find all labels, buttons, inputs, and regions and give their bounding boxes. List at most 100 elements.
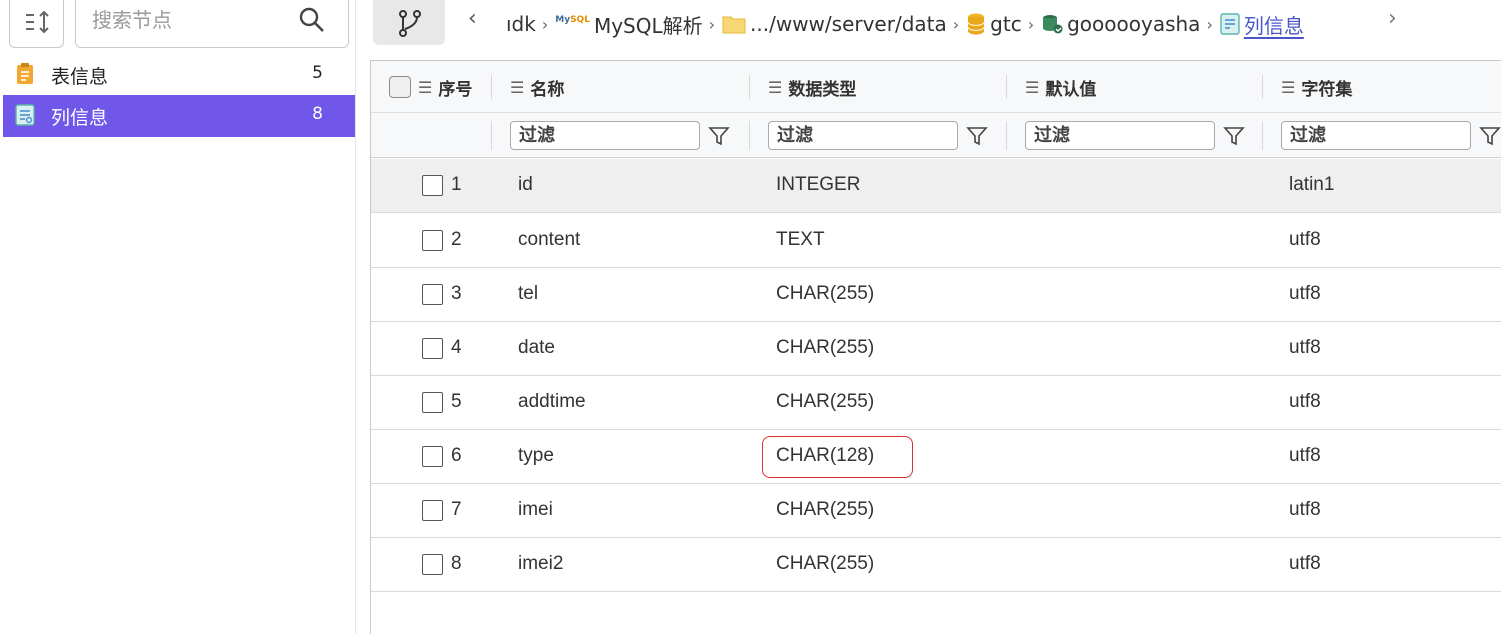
table-row[interactable]: 1 id INTEGER latin1 <box>371 159 1501 213</box>
filter-input-default[interactable] <box>1025 121 1215 150</box>
breadcrumb-item[interactable]: gtc <box>966 12 1022 36</box>
column-name-cell: addtime <box>518 391 586 412</box>
table-row[interactable]: 8 imei2 CHAR(255) utf8 <box>371 538 1501 592</box>
data-type-cell: INTEGER <box>776 174 861 195</box>
tree-item-table-info[interactable]: 表信息 5 <box>3 54 355 96</box>
sort-button[interactable] <box>9 0 64 48</box>
breadcrumb-item[interactable]: My SQL MySQL解析 <box>555 10 702 39</box>
column-menu-icon[interactable]: ☰ <box>1025 78 1039 97</box>
data-type-cell: CHAR(255) <box>776 391 875 412</box>
table-row[interactable]: 3 tel CHAR(255) utf8 <box>371 268 1501 322</box>
row-index: 1 <box>451 174 462 195</box>
breadcrumb-item[interactable]: goooooyasha <box>1041 12 1200 36</box>
breadcrumb-scroll-right[interactable]: › <box>1388 6 1397 31</box>
tree-item-count: 8 <box>312 104 323 124</box>
column-header-data-type[interactable]: ☰ 数据类型 <box>768 61 856 113</box>
row-checkbox[interactable] <box>422 446 443 467</box>
tree-item-count: 5 <box>312 63 323 83</box>
column-name-cell: imei2 <box>518 553 564 574</box>
search-icon[interactable] <box>298 6 326 34</box>
row-checkbox[interactable] <box>422 392 443 413</box>
charset-cell: latin1 <box>1289 174 1335 195</box>
column-menu-icon[interactable]: ☰ <box>1281 78 1295 97</box>
row-checkbox[interactable] <box>422 554 443 575</box>
chevron-right-icon: › <box>541 14 549 34</box>
data-type-cell: TEXT <box>776 229 825 250</box>
filter-input-name[interactable] <box>510 121 700 150</box>
table-row[interactable]: 2 content TEXT utf8 <box>371 214 1501 268</box>
column-header-charset[interactable]: ☰ 字符集 <box>1281 61 1352 113</box>
filter-icon[interactable] <box>1223 125 1245 147</box>
breadcrumb-item[interactable]: ıdk <box>506 12 536 36</box>
filter-input-charset[interactable] <box>1281 121 1471 150</box>
git-branch-icon <box>399 10 421 37</box>
column-header-name[interactable]: ☰ 名称 <box>510 61 564 113</box>
breadcrumb-scroll-left[interactable]: ‹ <box>468 6 477 31</box>
column-divider <box>749 121 750 150</box>
filter-icon[interactable] <box>966 125 988 147</box>
data-type-cell: CHAR(255) <box>776 337 875 358</box>
column-doc-icon <box>15 104 35 126</box>
database-icon <box>966 12 986 36</box>
grid-filter-row <box>371 113 1501 158</box>
tree-item-column-info[interactable]: 列信息 8 <box>3 95 355 137</box>
tree-item-label: 列信息 <box>51 107 109 129</box>
chevron-right-icon: › <box>708 14 716 34</box>
breadcrumb-item[interactable]: .../www/server/data <box>722 12 947 36</box>
filter-input-data-type[interactable] <box>768 121 958 150</box>
column-resize-handle[interactable] <box>1262 75 1263 99</box>
row-checkbox[interactable] <box>422 338 443 359</box>
row-index: 5 <box>451 391 462 412</box>
column-divider <box>491 121 492 150</box>
row-index: 7 <box>451 499 462 520</box>
column-header-index[interactable]: ☰ 序号 <box>418 61 472 113</box>
row-checkbox[interactable] <box>422 500 443 521</box>
data-type-cell: CHAR(255) <box>776 283 875 304</box>
row-index: 3 <box>451 283 462 304</box>
chevron-right-icon: › <box>1206 14 1213 34</box>
row-checkbox[interactable] <box>422 175 443 196</box>
row-index: 6 <box>451 445 462 466</box>
breadcrumb-bar: ‹ ıdk › My SQL MySQL解析 › .../www/server/d… <box>356 0 1501 60</box>
data-type-cell: CHAR(128) <box>776 445 875 466</box>
sort-icon <box>26 10 49 34</box>
column-resize-handle[interactable] <box>491 75 492 99</box>
folder-icon <box>722 14 746 34</box>
column-name-cell: tel <box>518 283 539 304</box>
column-name-cell: content <box>518 229 581 250</box>
node-search-input[interactable] <box>92 5 292 35</box>
column-resize-handle[interactable] <box>749 75 750 99</box>
table-row[interactable]: 7 imei CHAR(255) utf8 <box>371 484 1501 538</box>
filter-icon[interactable] <box>708 125 730 147</box>
table-doc-icon <box>17 63 33 84</box>
column-info-grid: ☰ 序号 ☰ 名称 ☰ 数据类型 ☰ 默认值 ☰ 字符集 过滤 过滤 过滤 过滤… <box>370 60 1501 634</box>
breadcrumb: ıdk › My SQL MySQL解析 › .../www/server/dat… <box>506 9 1376 39</box>
charset-cell: utf8 <box>1289 337 1321 358</box>
charset-cell: utf8 <box>1289 391 1321 412</box>
row-checkbox[interactable] <box>422 230 443 251</box>
grid-header: ☰ 序号 ☰ 名称 ☰ 数据类型 ☰ 默认值 ☰ 字符集 <box>371 61 1501 113</box>
data-type-cell: CHAR(255) <box>776 553 875 574</box>
column-name-cell: id <box>518 174 533 195</box>
filter-icon[interactable] <box>1479 125 1501 147</box>
chevron-right-icon: › <box>952 14 960 34</box>
row-index: 2 <box>451 229 462 250</box>
select-all-checkbox[interactable] <box>389 76 411 98</box>
table-row[interactable]: 5 addtime CHAR(255) utf8 <box>371 376 1501 430</box>
table-row[interactable]: 6 type CHAR(128) utf8 <box>371 430 1501 484</box>
column-menu-icon[interactable]: ☰ <box>768 78 782 97</box>
column-name-cell: imei <box>518 499 553 520</box>
chevron-right-icon: › <box>1027 14 1035 34</box>
schema-icon <box>1041 13 1063 35</box>
table-row[interactable]: 4 date CHAR(255) utf8 <box>371 322 1501 376</box>
breadcrumb-item-current[interactable]: 列信息 <box>1220 10 1304 39</box>
column-resize-handle[interactable] <box>1006 75 1007 99</box>
charset-cell: utf8 <box>1289 499 1321 520</box>
charset-cell: utf8 <box>1289 283 1321 304</box>
column-header-default[interactable]: ☰ 默认值 <box>1025 61 1096 113</box>
branch-button[interactable] <box>373 0 445 45</box>
row-checkbox[interactable] <box>422 284 443 305</box>
column-menu-icon[interactable]: ☰ <box>510 78 524 97</box>
column-menu-icon[interactable]: ☰ <box>418 78 432 97</box>
column-name-cell: type <box>518 445 554 466</box>
